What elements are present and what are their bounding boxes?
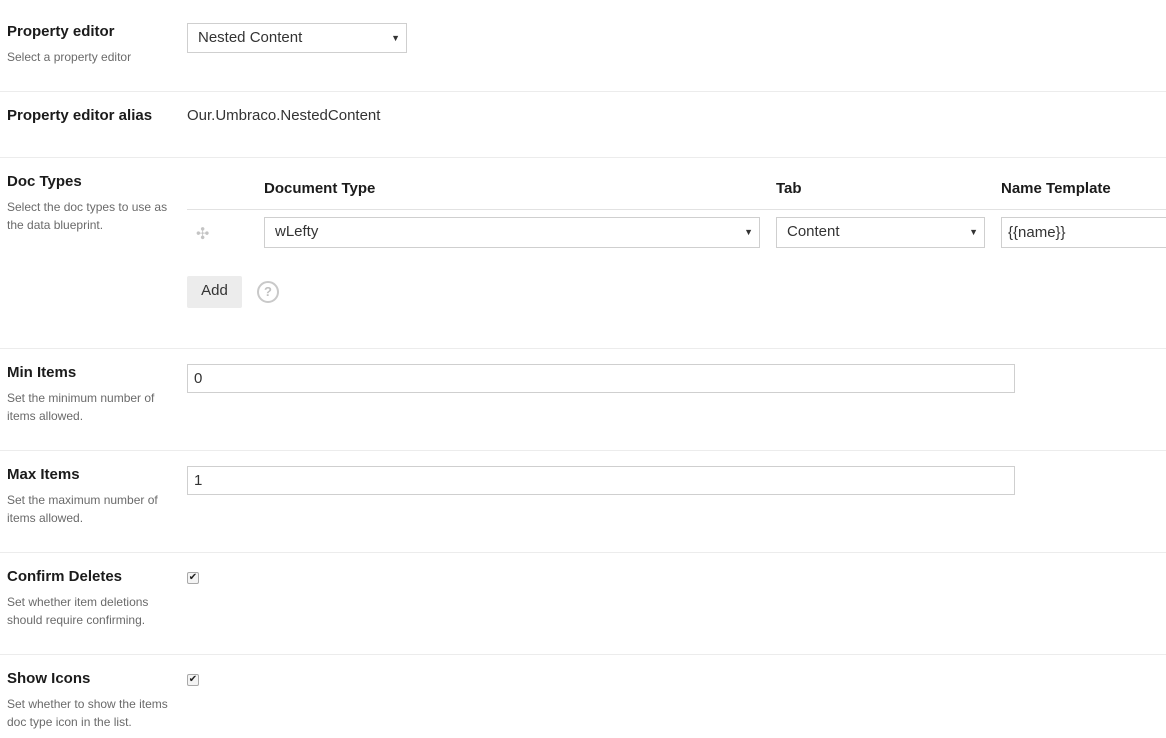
divider	[0, 450, 1166, 451]
add-doc-type-button[interactable]: Add	[187, 276, 242, 308]
question-circle-icon[interactable]: ?	[257, 281, 279, 303]
min-items-description: Set the minimum number of items allowed.	[7, 391, 155, 423]
tab-select-value: Content	[787, 223, 840, 240]
column-header-document-type: Document Type	[264, 180, 376, 197]
property-editor-select[interactable]: Nested Content ▼	[187, 23, 407, 53]
chevron-down-icon: ▼	[391, 33, 400, 43]
name-template-input[interactable]: {{name}}	[1001, 217, 1166, 248]
confirm-deletes-description: Set whether item deletions should requir…	[7, 595, 149, 627]
table-header-divider	[187, 209, 1166, 210]
property-editor-alias-value: Our.Umbraco.NestedContent	[187, 107, 381, 124]
divider	[0, 654, 1166, 655]
show-icons-label: Show Icons	[7, 670, 91, 687]
document-type-select[interactable]: wLefty ▼	[264, 217, 760, 248]
max-items-description: Set the maximum number of items allowed.	[7, 493, 158, 525]
show-icons-checkbox[interactable]: ✔	[187, 674, 199, 686]
max-items-input[interactable]: 1	[187, 466, 1015, 495]
property-editor-description: Select a property editor	[7, 50, 132, 64]
column-header-tab: Tab	[776, 180, 802, 197]
drag-handle-icon[interactable]: ✣	[196, 224, 209, 244]
property-editor-alias-label: Property editor alias	[7, 107, 153, 124]
checkmark-icon: ✔	[188, 674, 198, 685]
tab-select[interactable]: Content ▼	[776, 217, 985, 248]
doc-types-label: Doc Types	[7, 173, 82, 190]
show-icons-description: Set whether to show the items doc type i…	[7, 697, 168, 729]
divider	[0, 552, 1166, 553]
property-editor-select-value: Nested Content	[198, 29, 303, 46]
property-editor-label: Property editor	[7, 23, 115, 40]
min-items-input[interactable]: 0	[187, 364, 1015, 393]
confirm-deletes-label: Confirm Deletes	[7, 568, 123, 585]
max-items-label: Max Items	[7, 466, 80, 483]
confirm-deletes-checkbox[interactable]: ✔	[187, 572, 199, 584]
divider	[0, 348, 1166, 349]
chevron-down-icon: ▼	[744, 227, 753, 237]
doc-types-description: Select the doc types to use as the data …	[7, 200, 168, 232]
divider	[0, 91, 1166, 92]
column-header-name-template: Name Template	[1001, 180, 1111, 197]
min-items-label: Min Items	[7, 364, 77, 381]
document-type-select-value: wLefty	[275, 223, 319, 240]
divider	[0, 157, 1166, 158]
chevron-down-icon: ▼	[969, 227, 978, 237]
checkmark-icon: ✔	[188, 572, 198, 583]
